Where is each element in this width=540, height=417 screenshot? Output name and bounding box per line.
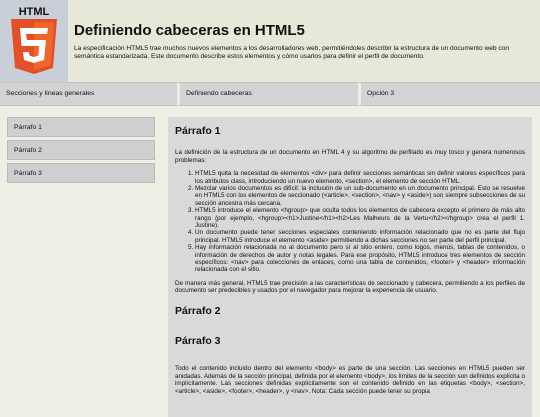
html5-shield-icon: HTML — [11, 6, 57, 74]
section-title-parrafo-3: Párrafo 3 — [175, 335, 221, 348]
list-item: Un documento puede tener secciones espec… — [195, 229, 525, 244]
nav-item-secciones[interactable]: Secciones y líneas generales — [0, 83, 180, 105]
list-item: HTML5 introduce el elemento <hgroup> que… — [195, 207, 525, 229]
sidebar-item-parrafo-3[interactable]: Párrafo 3 — [7, 163, 155, 183]
top-nav: Secciones y líneas generales Definiendo … — [0, 82, 540, 106]
paragraph-section-3: Todo el contenido incluido dentro del el… — [175, 365, 525, 395]
page-header: HTML Definiendo cabeceras en HTML5 La es… — [0, 0, 540, 82]
list-item: HTML5 quita la necesidad de elementos <d… — [195, 170, 525, 185]
section-title-parrafo-2: Párrafo 2 — [175, 305, 221, 318]
page-title: Definiendo cabeceras en HTML5 — [74, 22, 305, 39]
sidebar: Párrafo 1 Párrafo 2 Párrafo 3 — [7, 117, 155, 186]
paragraph-intro: La definición de la estructura de un doc… — [175, 149, 525, 164]
list-item: Hay información relacionada no al docume… — [195, 244, 525, 274]
html5-logo: HTML — [0, 0, 68, 82]
nav-item-definiendo-cabeceras[interactable]: Definiendo cabeceras — [180, 83, 361, 105]
nav-item-opcion-3[interactable]: Opción 3 — [361, 83, 540, 105]
sidebar-item-parrafo-2[interactable]: Párrafo 2 — [7, 140, 155, 160]
problems-list: HTML5 quita la necesidad de elementos <d… — [175, 170, 525, 274]
section-title-parrafo-1: Párrafo 1 — [175, 125, 221, 137]
sidebar-item-parrafo-1[interactable]: Párrafo 1 — [7, 117, 155, 137]
paragraph-outro: De manera más general, HTML5 trae precis… — [175, 279, 525, 295]
list-item: Mezclar varios documentos es difícil: la… — [195, 185, 525, 207]
logo-text: HTML — [19, 6, 50, 18]
main-content[interactable]: Párrafo 1 La definición de la estructura… — [168, 117, 532, 417]
page-intro: La especificación HTML5 trae muchos nuev… — [74, 45, 510, 60]
